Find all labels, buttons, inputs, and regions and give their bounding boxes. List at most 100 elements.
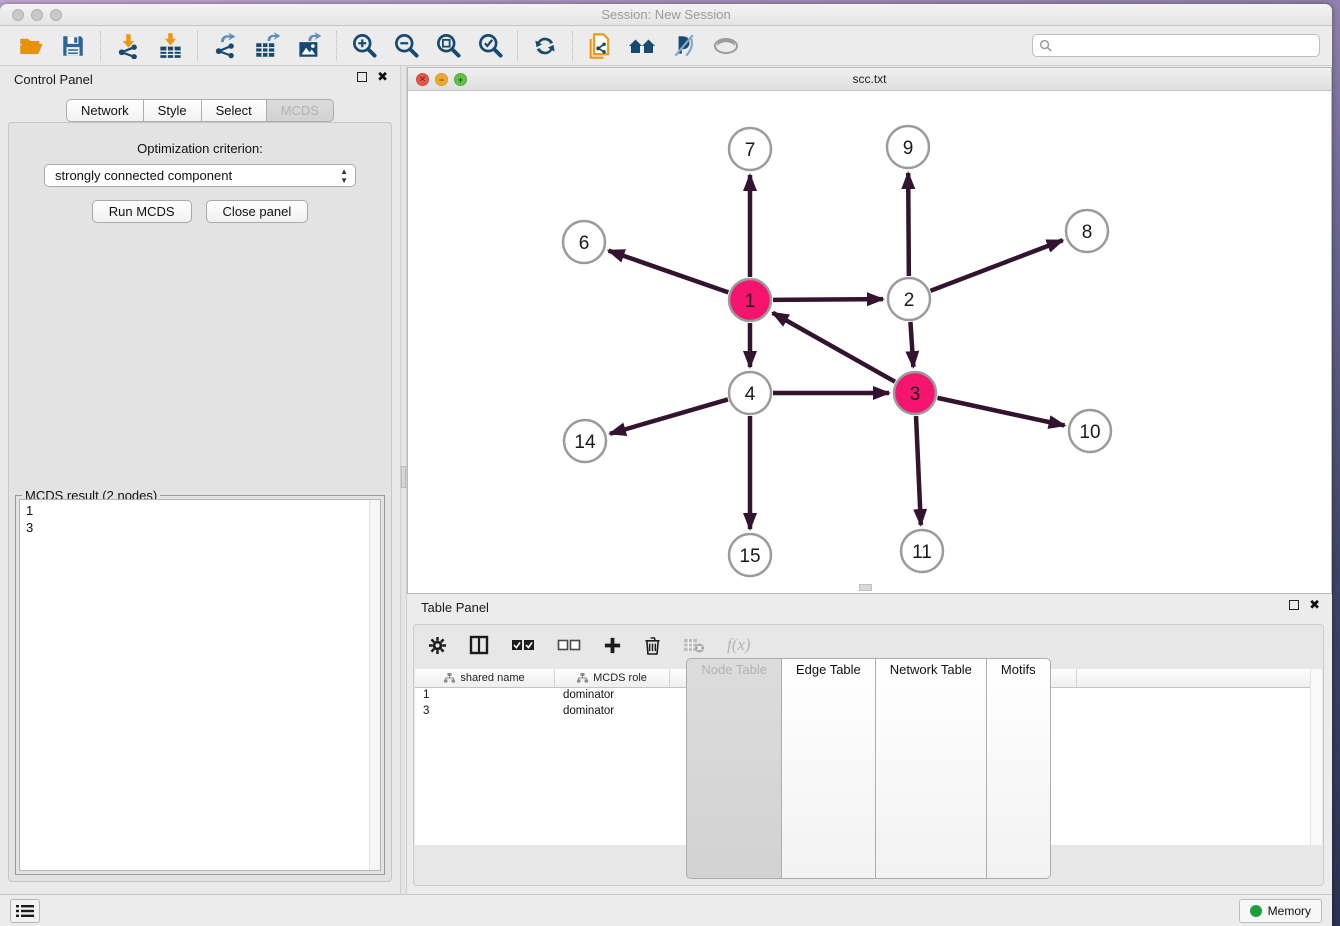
canvas-splitter-grip[interactable] xyxy=(859,584,872,591)
import-table-button[interactable] xyxy=(156,32,184,60)
node-label: 8 xyxy=(1082,222,1093,243)
graph-node-1[interactable]: 1 xyxy=(729,279,771,321)
clone-network-button[interactable] xyxy=(586,32,614,60)
panel-splitter[interactable] xyxy=(400,66,407,894)
delete-table-button-disabled xyxy=(683,637,705,653)
node-label: 4 xyxy=(745,384,756,405)
graph-edge-3-10[interactable] xyxy=(937,398,1064,426)
graph-node-14[interactable]: 14 xyxy=(564,420,606,462)
splitter-grip[interactable] xyxy=(401,466,406,488)
control-panel-title: Control Panel xyxy=(14,72,93,87)
gear-icon xyxy=(428,636,447,655)
node-label: 10 xyxy=(1079,422,1100,443)
task-history-button[interactable] xyxy=(10,899,40,923)
close-panel-icon[interactable]: ✖ xyxy=(1309,600,1320,610)
search-input[interactable] xyxy=(1057,39,1313,53)
plus-icon xyxy=(603,636,622,655)
graph-node-15[interactable]: 15 xyxy=(729,534,771,576)
zoom-fit-button[interactable] xyxy=(434,32,462,60)
save-session-button[interactable] xyxy=(59,32,87,60)
graph-edge-2-8[interactable] xyxy=(930,240,1062,291)
select-all-columns-button[interactable] xyxy=(511,639,535,652)
criterion-dropdown[interactable]: strongly connected component ▲▼ xyxy=(44,164,356,187)
graph-edge-2-9[interactable] xyxy=(908,173,909,276)
export-image-button[interactable] xyxy=(295,32,323,60)
node-label: 9 xyxy=(903,138,914,159)
mcds-result-text[interactable]: 1 3 xyxy=(19,499,381,871)
search-field[interactable] xyxy=(1032,34,1320,57)
memory-button[interactable]: Memory xyxy=(1239,899,1322,923)
table-panel-actions: ✖ xyxy=(1289,600,1320,610)
node-label: 14 xyxy=(574,432,596,453)
import-network-button[interactable] xyxy=(114,32,142,60)
apply-layout-button[interactable] xyxy=(531,32,559,60)
export-network-button[interactable] xyxy=(211,32,239,60)
open-session-button[interactable] xyxy=(17,32,45,60)
criterion-dropdown-value: strongly connected component xyxy=(55,168,232,183)
graph-edge-3-1[interactable] xyxy=(773,313,895,382)
result-scrollbar[interactable] xyxy=(369,500,380,870)
show-column-panel-button[interactable] xyxy=(469,635,489,655)
toolbar-separator xyxy=(517,31,518,61)
table-settings-button[interactable] xyxy=(428,636,447,655)
home-button[interactable] xyxy=(628,32,656,60)
tab-network[interactable]: Network xyxy=(66,99,144,122)
export-table-icon xyxy=(254,32,281,59)
home-icon xyxy=(628,33,656,59)
memory-status-icon xyxy=(1250,905,1262,917)
node-label: 7 xyxy=(745,140,756,161)
zoom-selected-icon xyxy=(477,32,504,59)
tab-motifs[interactable]: Motifs xyxy=(986,658,1051,879)
status-bar: Memory xyxy=(0,894,1332,926)
graph-edge-3-11[interactable] xyxy=(916,416,921,525)
tab-node-table[interactable]: Node Table xyxy=(686,658,782,879)
graph-node-6[interactable]: 6 xyxy=(563,221,605,263)
graph-edge-1-2[interactable] xyxy=(773,299,883,300)
export-table-button[interactable] xyxy=(253,32,281,60)
node-label: 3 xyxy=(910,384,921,405)
graph-node-9[interactable]: 9 xyxy=(887,126,929,168)
zoom-out-icon xyxy=(393,32,420,59)
graph-node-11[interactable]: 11 xyxy=(901,530,943,572)
zoom-selected-button[interactable] xyxy=(476,32,504,60)
tab-style[interactable]: Style xyxy=(143,99,202,122)
tab-select[interactable]: Select xyxy=(201,99,267,122)
network-window: ✕ − + scc.txt 7 9 6 8 1 2 4 3 14 10 15 11 xyxy=(407,67,1332,594)
graph-edge-4-14[interactable] xyxy=(610,399,728,433)
network-titlebar[interactable]: ✕ − + scc.txt xyxy=(408,68,1331,91)
hide-panels-icon xyxy=(670,33,698,59)
node-label: 1 xyxy=(745,291,756,312)
app-window: Session: New Session xyxy=(0,4,1332,926)
preview-button[interactable] xyxy=(712,32,740,60)
network-canvas[interactable]: 7 9 6 8 1 2 4 3 14 10 15 11 xyxy=(408,91,1331,593)
graph-node-2[interactable]: 2 xyxy=(888,278,930,320)
tab-network-table[interactable]: Network Table xyxy=(875,658,987,879)
float-panel-icon[interactable] xyxy=(357,72,367,82)
close-panel-button[interactable]: Close panel xyxy=(206,200,309,223)
toolbar-separator xyxy=(197,31,198,61)
run-mcds-button[interactable]: Run MCDS xyxy=(92,200,192,223)
table-panel: Table Panel ✖ xyxy=(407,594,1332,894)
graph-node-7[interactable]: 7 xyxy=(729,128,771,170)
clone-network-icon xyxy=(586,32,614,60)
create-column-button[interactable] xyxy=(603,636,622,655)
graph-node-4[interactable]: 4 xyxy=(729,372,771,414)
graph-node-10[interactable]: 10 xyxy=(1069,410,1111,452)
table-panel-title: Table Panel xyxy=(421,600,489,615)
columns-icon xyxy=(469,635,489,655)
zoom-out-button[interactable] xyxy=(392,32,420,60)
graph-edge-2-3[interactable] xyxy=(910,322,913,367)
graph-node-3[interactable]: 3 xyxy=(894,372,936,414)
toggle-panels-button[interactable] xyxy=(670,32,698,60)
zoom-in-button[interactable] xyxy=(350,32,378,60)
toolbar-separator xyxy=(336,31,337,61)
graph-edge-1-6[interactable] xyxy=(609,251,729,293)
delete-column-button[interactable] xyxy=(644,636,661,655)
close-panel-icon[interactable]: ✖ xyxy=(377,72,388,82)
graph-node-8[interactable]: 8 xyxy=(1066,210,1108,252)
tab-mcds[interactable]: MCDS xyxy=(266,99,334,122)
float-panel-icon[interactable] xyxy=(1289,600,1299,610)
tab-edge-table[interactable]: Edge Table xyxy=(781,658,876,879)
unselect-all-columns-button[interactable] xyxy=(557,639,581,652)
node-label: 15 xyxy=(739,546,760,567)
